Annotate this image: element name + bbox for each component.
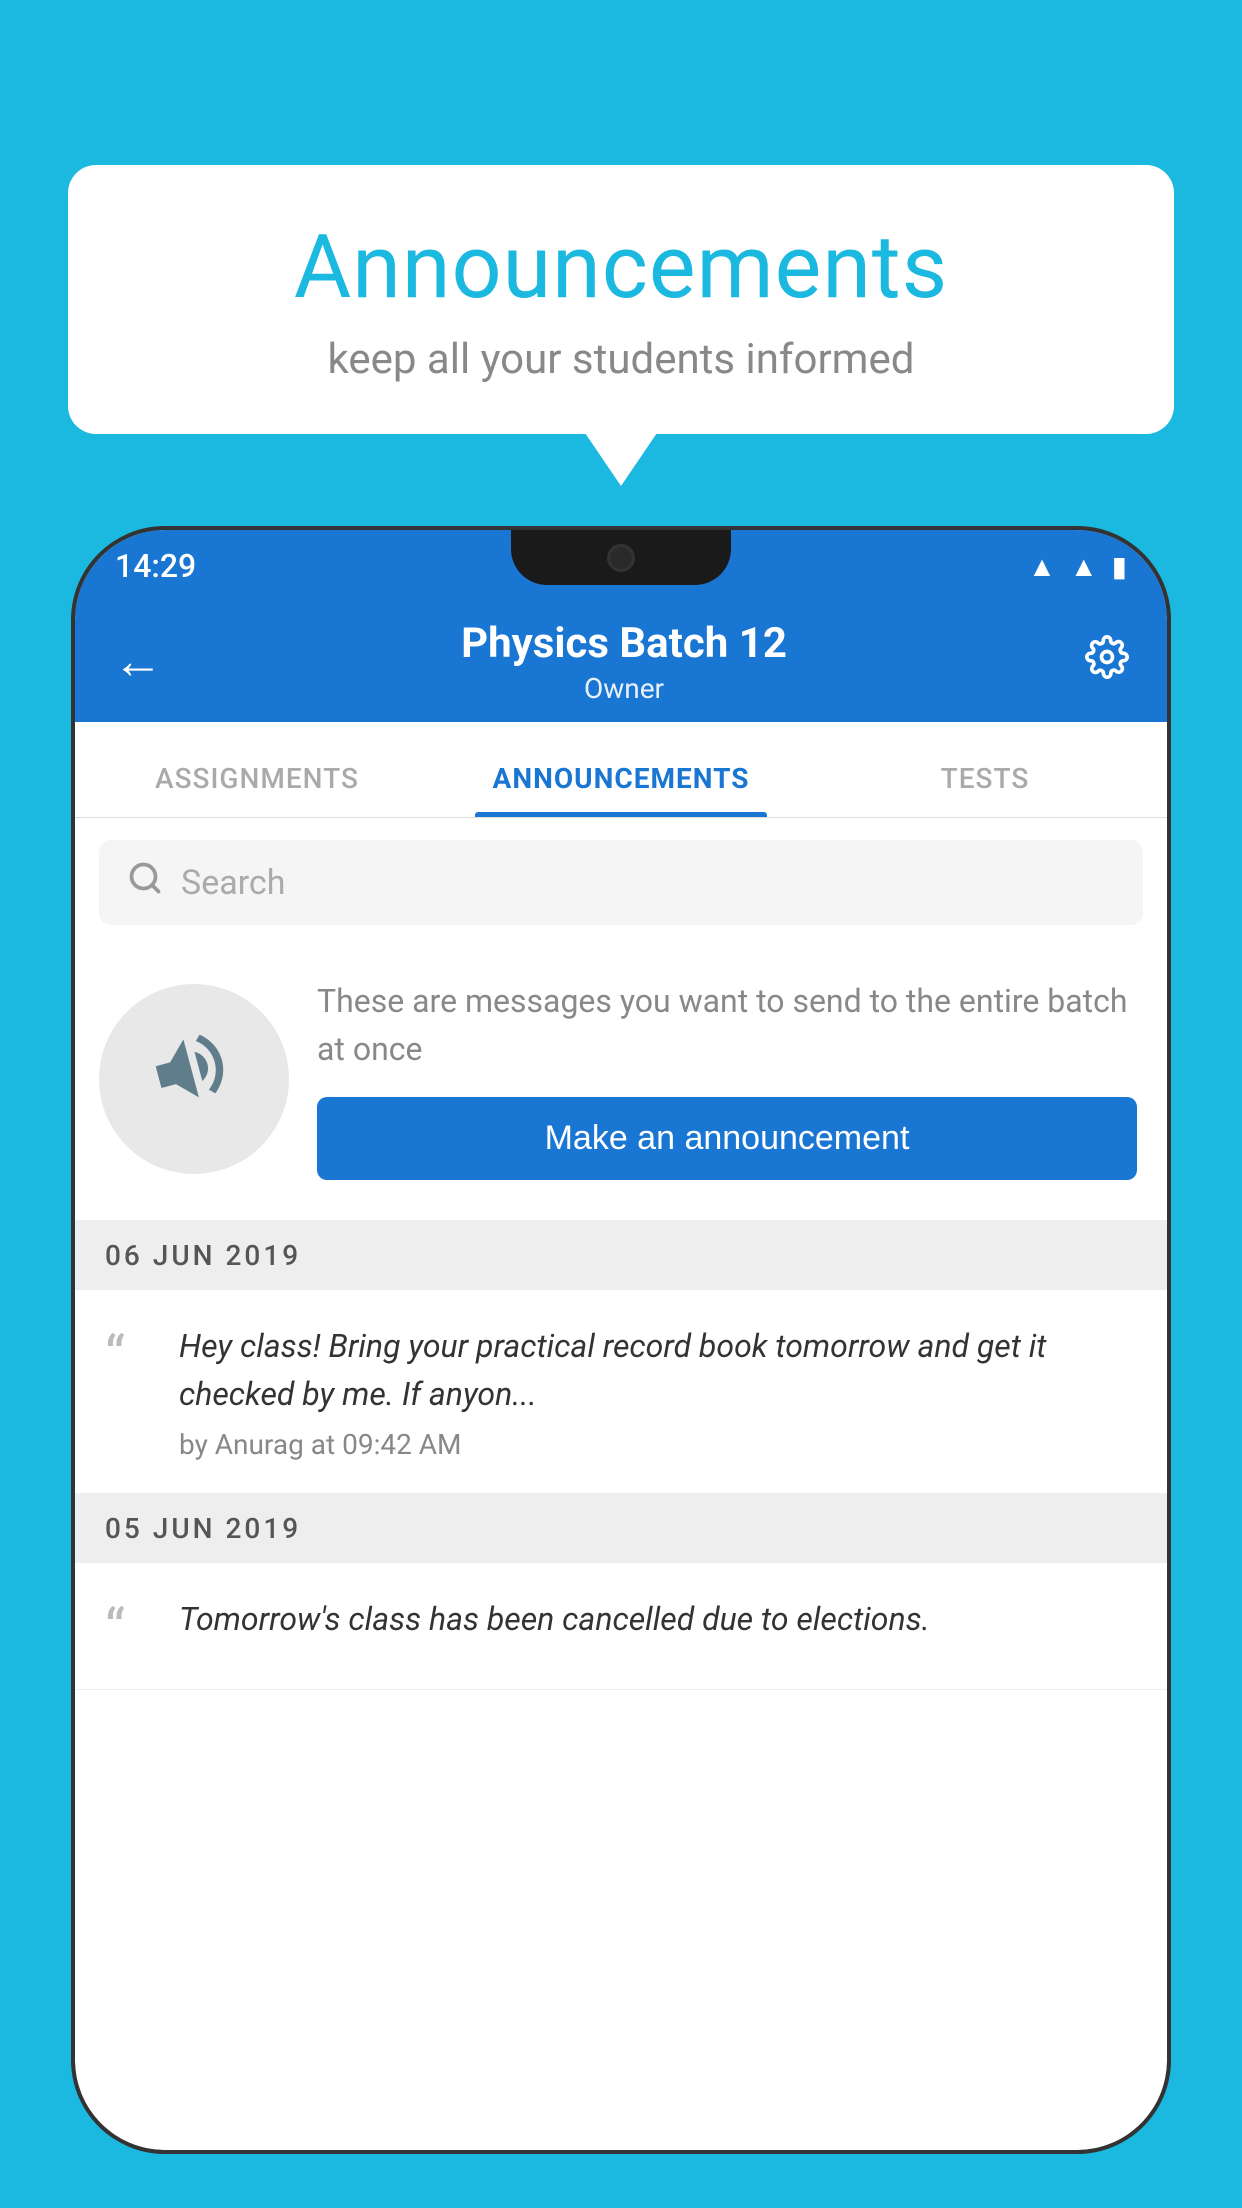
tab-announcements[interactable]: ANNOUNCEMENTS (439, 762, 803, 817)
header-subtitle: Owner (461, 672, 787, 705)
announcement-meta-1: by Anurag at 09:42 AM (179, 1428, 1139, 1461)
announcement-content-2: Tomorrow's class has been cancelled due … (179, 1595, 1139, 1653)
speech-bubble: Announcements keep all your students inf… (68, 165, 1174, 434)
search-icon (127, 860, 163, 905)
promo-icon-circle (99, 984, 289, 1174)
tab-assignments[interactable]: ASSIGNMENTS (75, 762, 439, 817)
announcement-item-1[interactable]: “ Hey class! Bring your practical record… (75, 1290, 1167, 1494)
phone-notch (511, 530, 731, 585)
content-area: Search These are messages you want to (75, 818, 1167, 2150)
tabs-bar: ASSIGNMENTS ANNOUNCEMENTS TESTS (75, 722, 1167, 818)
megaphone-icon (136, 1013, 252, 1144)
header-center: Physics Batch 12 Owner (461, 619, 787, 705)
make-announcement-button[interactable]: Make an announcement (317, 1097, 1137, 1180)
quote-icon-2: “ (105, 1601, 155, 1657)
app-header: ← Physics Batch 12 Owner (75, 602, 1167, 722)
back-button[interactable]: ← (113, 637, 163, 687)
front-camera (607, 544, 635, 572)
date-header-2: 05 JUN 2019 (75, 1494, 1167, 1563)
speech-bubble-title: Announcements (128, 220, 1114, 317)
announcement-content-1: Hey class! Bring your practical record b… (179, 1322, 1139, 1461)
signal-icon: ▲ (1070, 550, 1098, 583)
announcement-text-1: Hey class! Bring your practical record b… (179, 1322, 1139, 1418)
phone-wrapper: 14:29 ▲ ▲ ▮ ← Physics Batch 12 Owner (75, 530, 1167, 2208)
speech-bubble-section: Announcements keep all your students inf… (68, 165, 1174, 434)
promo-description: These are messages you want to send to t… (317, 977, 1137, 1073)
search-placeholder: Search (181, 863, 285, 903)
settings-button[interactable] (1085, 635, 1129, 690)
announcement-text-2: Tomorrow's class has been cancelled due … (179, 1595, 1139, 1643)
wifi-icon: ▲ (1028, 550, 1056, 583)
speech-bubble-subtitle: keep all your students informed (128, 335, 1114, 384)
status-time: 14:29 (115, 547, 196, 585)
tab-tests[interactable]: TESTS (803, 762, 1167, 817)
header-title: Physics Batch 12 (461, 619, 787, 668)
phone-frame: 14:29 ▲ ▲ ▮ ← Physics Batch 12 Owner (75, 530, 1167, 2150)
promo-right: These are messages you want to send to t… (317, 977, 1137, 1180)
promo-card: These are messages you want to send to t… (75, 947, 1167, 1221)
battery-icon: ▮ (1112, 550, 1127, 583)
search-bar[interactable]: Search (99, 840, 1143, 925)
announcement-item-2[interactable]: “ Tomorrow's class has been cancelled du… (75, 1563, 1167, 1690)
date-header-1: 06 JUN 2019 (75, 1221, 1167, 1290)
phone-screen: 14:29 ▲ ▲ ▮ ← Physics Batch 12 Owner (75, 530, 1167, 2150)
quote-icon-1: “ (105, 1328, 155, 1384)
status-icons: ▲ ▲ ▮ (1028, 550, 1127, 583)
